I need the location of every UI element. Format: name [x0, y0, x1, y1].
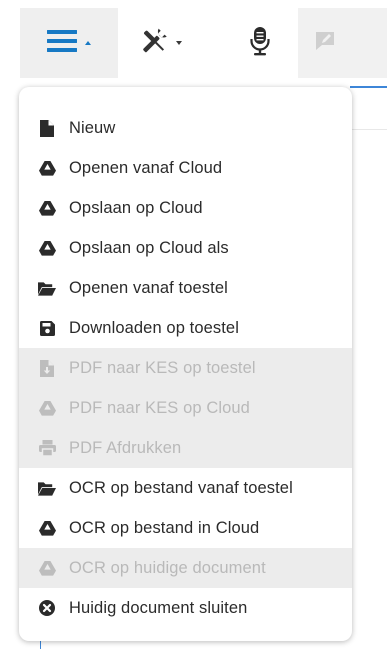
menu-item-label: PDF naar KES op toestel [69, 358, 256, 377]
menu-item-open-cloud[interactable]: Openen vanaf Cloud [19, 148, 352, 188]
menu-item-label: Downloaden op toestel [69, 318, 239, 337]
google-drive-icon [38, 399, 56, 417]
menu-item-save-cloud-as[interactable]: Opslaan op Cloud als [19, 228, 352, 268]
tab-underline [350, 86, 387, 88]
menu-item-label: Openen vanaf Cloud [69, 158, 223, 177]
menu-item-label: PDF naar KES op Cloud [69, 398, 250, 417]
menu-item-label: Opslaan op Cloud [69, 198, 203, 217]
menu-item-label: Huidig document sluiten [69, 598, 248, 617]
tools-icon [140, 27, 168, 60]
hamburger-icon [47, 29, 77, 58]
google-drive-icon [38, 239, 56, 257]
microphone-button[interactable] [232, 8, 288, 78]
menu-item-label: OCR op huidige document [69, 558, 266, 577]
menu-item-pdf-kes-cloud: PDF naar KES op Cloud [19, 388, 352, 428]
divider [350, 129, 387, 130]
caret-up-icon [85, 41, 91, 45]
menu-item-open-device[interactable]: Openen vanaf toestel [19, 268, 352, 308]
google-drive-icon [38, 159, 56, 177]
menu-item-new[interactable]: Nieuw [19, 108, 352, 148]
note-edit-button[interactable] [298, 8, 387, 78]
main-menu-button[interactable] [20, 8, 118, 78]
folder-open-icon [38, 479, 56, 497]
menu-item-pdf-print: PDF Afdrukken [19, 428, 352, 468]
main-menu-dropdown: Nieuw Openen vanaf Cloud Opslaan op Clou… [19, 87, 352, 641]
menu-item-ocr-device[interactable]: OCR op bestand vanaf toestel [19, 468, 352, 508]
menu-item-label: OCR op bestand in Cloud [69, 518, 260, 537]
menu-item-save-cloud[interactable]: Opslaan op Cloud [19, 188, 352, 228]
menu-item-ocr-current: OCR op huidige document [19, 548, 352, 588]
note-edit-icon [314, 30, 336, 57]
menu-item-label: Opslaan op Cloud als [69, 238, 229, 257]
caret-down-icon [176, 41, 182, 45]
toolbar [0, 0, 387, 86]
file-download-icon [38, 359, 56, 377]
menu-item-label: Openen vanaf toestel [69, 278, 228, 297]
google-drive-icon [38, 519, 56, 537]
menu-item-close-document[interactable]: Huidig document sluiten [19, 588, 352, 628]
google-drive-icon [38, 199, 56, 217]
menu-list: Nieuw Openen vanaf Cloud Opslaan op Clou… [19, 108, 352, 628]
menu-item-pdf-kes-device: PDF naar KES op toestel [19, 348, 352, 388]
menu-item-ocr-cloud[interactable]: OCR op bestand in Cloud [19, 508, 352, 548]
menu-item-label: PDF Afdrukken [69, 438, 182, 457]
tools-menu-button[interactable] [118, 8, 204, 78]
menu-item-label: OCR op bestand vanaf toestel [69, 478, 293, 497]
menu-item-download-device[interactable]: Downloaden op toestel [19, 308, 352, 348]
microphone-icon [250, 26, 270, 61]
print-icon [38, 439, 56, 457]
file-icon [38, 119, 56, 137]
folder-open-icon [38, 279, 56, 297]
google-drive-icon [38, 559, 56, 577]
menu-item-label: Nieuw [69, 118, 116, 137]
close-circle-icon [38, 599, 56, 617]
save-icon [38, 319, 56, 337]
